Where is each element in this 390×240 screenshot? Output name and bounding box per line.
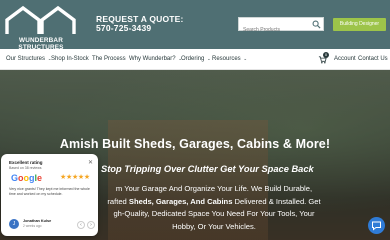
account-link[interactable]: Account <box>334 56 356 62</box>
site-logo[interactable]: WUNDERBAR STRUCTURES <box>4 4 78 51</box>
chat-button[interactable] <box>368 217 385 234</box>
nav-item-label: Resources <box>212 56 241 62</box>
nav-item-resources[interactable]: Resources ⌄ <box>212 56 247 62</box>
nav-item-why-wunderbar[interactable]: Why Wunderbar? ⌄ <box>129 56 182 62</box>
google-logo: Google <box>11 173 43 183</box>
hero-body-text: Delivered & Installed. Get <box>232 196 321 206</box>
hero-subtitle: Stop Tripping Over Clutter Get Your Spac… <box>101 164 314 174</box>
hero-body-line: rafted Sheds, Garages, And Cabins Delive… <box>98 196 330 209</box>
main-nav: Our Structures ⌄ Shop In-Stock The Proce… <box>0 49 390 70</box>
hero-body-highlight: Sheds, Garages, And Cabins <box>128 196 233 206</box>
nav-item-shop-in-stock[interactable]: Shop In-Stock <box>51 56 89 62</box>
logo-houses-icon <box>5 5 76 34</box>
search-icon[interactable] <box>312 20 321 29</box>
google-review-widget: Excellent rating Based on 38 reviews ✕ G… <box>1 154 98 236</box>
hero-body-line: m Your Garage And Organize Your Life. We… <box>115 184 313 193</box>
avatar: J <box>9 219 19 229</box>
chevron-down-icon: ⌄ <box>207 56 211 61</box>
hero-body-line: Hobby, Or Your Vehicles. <box>172 221 256 231</box>
chevron-down-icon: ⌄ <box>243 56 248 61</box>
review-date: 2 weeks ago <box>23 224 42 228</box>
review-count: Based on 38 reviews <box>9 166 42 170</box>
nav-item-ordering[interactable]: Ordering ⌄ <box>181 56 211 62</box>
cart-count-badge: 0 <box>323 52 329 58</box>
contact-link[interactable]: Contact Us <box>358 56 388 62</box>
hero-body: m Your Garage And Organize Your Life. We… <box>98 183 330 233</box>
hero-body-text: rafted <box>107 196 129 206</box>
site-header: WUNDERBAR STRUCTURES REQUEST A QUOTE: 57… <box>0 0 390 51</box>
review-text: Very nice grants! They kept me informed … <box>9 187 90 196</box>
nav-item-label: Ordering <box>181 56 205 62</box>
hero-title: Amish Built Sheds, Garages, Cabins & Mor… <box>59 137 331 151</box>
nav-item-label: Our Structures <box>6 56 46 62</box>
close-icon[interactable]: ✕ <box>88 159 93 166</box>
chevron-right-icon[interactable]: › <box>87 221 95 229</box>
rating-stars: ★★★★★ <box>60 174 90 181</box>
search-input[interactable] <box>239 24 309 36</box>
phone-number[interactable]: 570-725-3439 <box>96 24 184 33</box>
hero-body-line: gh-Quality, Dedicated Space You Need For… <box>113 209 315 218</box>
nav-item-the-process[interactable]: The Process <box>92 56 126 62</box>
nav-item-our-structures[interactable]: Our Structures ⌄ <box>6 56 51 62</box>
nav-item-label: The Process <box>92 56 126 62</box>
nav-item-label: Why Wunderbar? <box>129 56 176 62</box>
review-author: Jonathan Kulse <box>23 219 52 223</box>
building-designer-button[interactable]: Building Designer <box>333 18 386 31</box>
search-box <box>238 17 324 36</box>
nav-item-label: Shop In-Stock <box>51 56 89 62</box>
chat-icon <box>372 221 381 231</box>
rating-label: Excellent rating <box>9 160 43 165</box>
chevron-left-icon[interactable]: ‹ <box>77 221 85 229</box>
request-quote[interactable]: REQUEST A QUOTE: 570-725-3439 <box>96 15 184 33</box>
